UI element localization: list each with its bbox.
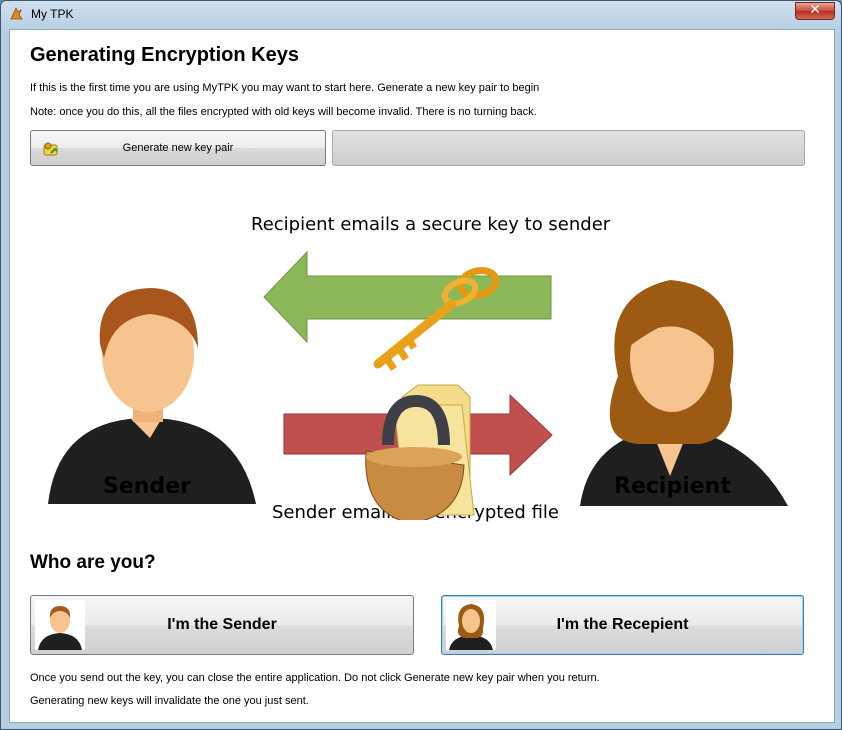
window-title: My TPK [31,7,74,21]
generate-key-pair-label: Generate new key pair [122,142,234,154]
sender-label: Sender [103,474,191,499]
left-arrow [263,250,552,344]
recipient-button-label: I'm the Recepient [556,616,689,633]
sender-button[interactable]: I'm the Sender [30,595,414,655]
title-bar[interactable]: My TPK ✕ [1,1,841,27]
app-icon [10,7,23,20]
key-exchange-diagram [48,250,788,520]
who-are-you-heading: Who are you? [30,552,156,573]
warning-text: Note: once you do this, all the files en… [30,106,537,118]
main-panel: Generating Encryption Keys If this is th… [9,29,835,723]
close-icon: ✕ [809,2,821,18]
recipient-avatar [580,280,788,506]
intro-text: If this is the first time you are using … [30,82,540,94]
close-button[interactable]: ✕ [795,2,835,20]
footer-warning: Generating new keys will invalidate the … [30,695,309,707]
recipient-button[interactable]: I'm the Recepient [441,595,804,655]
app-window: My TPK ✕ Generating Encryption Keys If t… [0,0,842,730]
footer-note: Once you send out the key, you can close… [30,672,600,684]
recipient-label: Recipient [614,474,731,499]
sender-button-label: I'm the Sender [167,616,277,633]
encrypted-file-icon [365,384,475,520]
generate-key-pair-button[interactable]: Generate new key pair [30,130,326,166]
sender-avatar [48,288,256,504]
progress-bar [332,130,805,166]
page-title: Generating Encryption Keys [30,44,299,66]
